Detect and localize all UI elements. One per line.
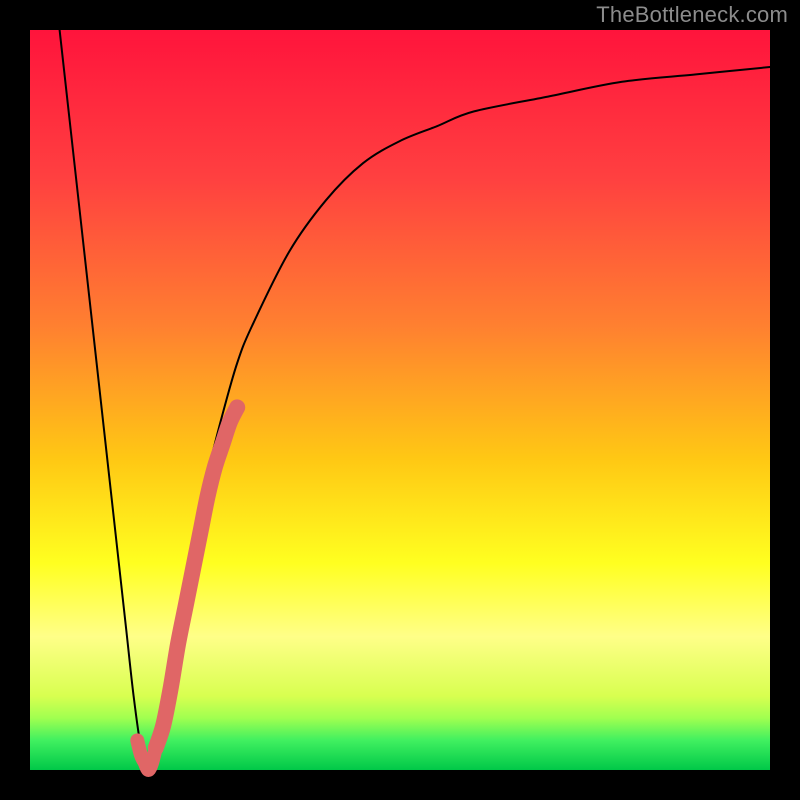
chart-stage: TheBottleneck.com xyxy=(0,0,800,800)
bottleneck-chart xyxy=(0,0,800,800)
watermark-text: TheBottleneck.com xyxy=(596,2,788,28)
